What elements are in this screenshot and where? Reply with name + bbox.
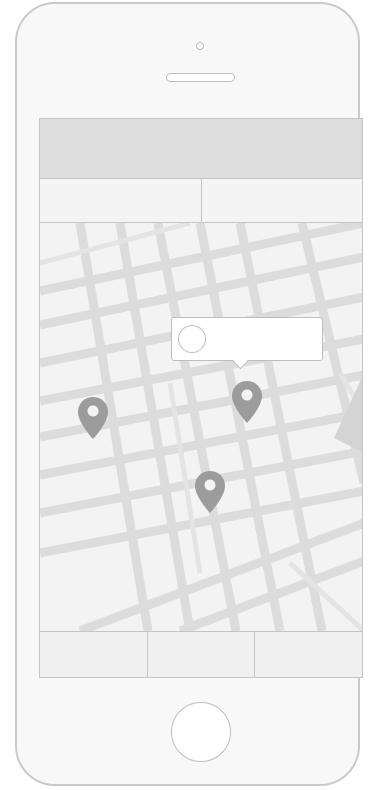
screen — [39, 118, 363, 678]
map-pin-icon[interactable] — [76, 395, 110, 441]
bottom-tab-3[interactable] — [255, 632, 362, 677]
bottom-tab-bar — [40, 631, 362, 677]
speaker-grille — [166, 73, 235, 82]
map-pin-icon[interactable] — [193, 469, 227, 515]
map-view[interactable] — [40, 223, 362, 631]
avatar — [178, 325, 206, 353]
tab-left[interactable] — [40, 179, 202, 222]
camera-icon — [196, 42, 204, 50]
map-pin-icon[interactable] — [230, 379, 264, 425]
home-button[interactable] — [171, 702, 231, 762]
bottom-tab-2[interactable] — [147, 632, 256, 677]
tab-right[interactable] — [201, 179, 362, 222]
bottom-tab-1[interactable] — [40, 632, 148, 677]
map-callout[interactable] — [171, 317, 323, 361]
header-bar — [40, 119, 362, 179]
tab-row — [40, 179, 362, 223]
